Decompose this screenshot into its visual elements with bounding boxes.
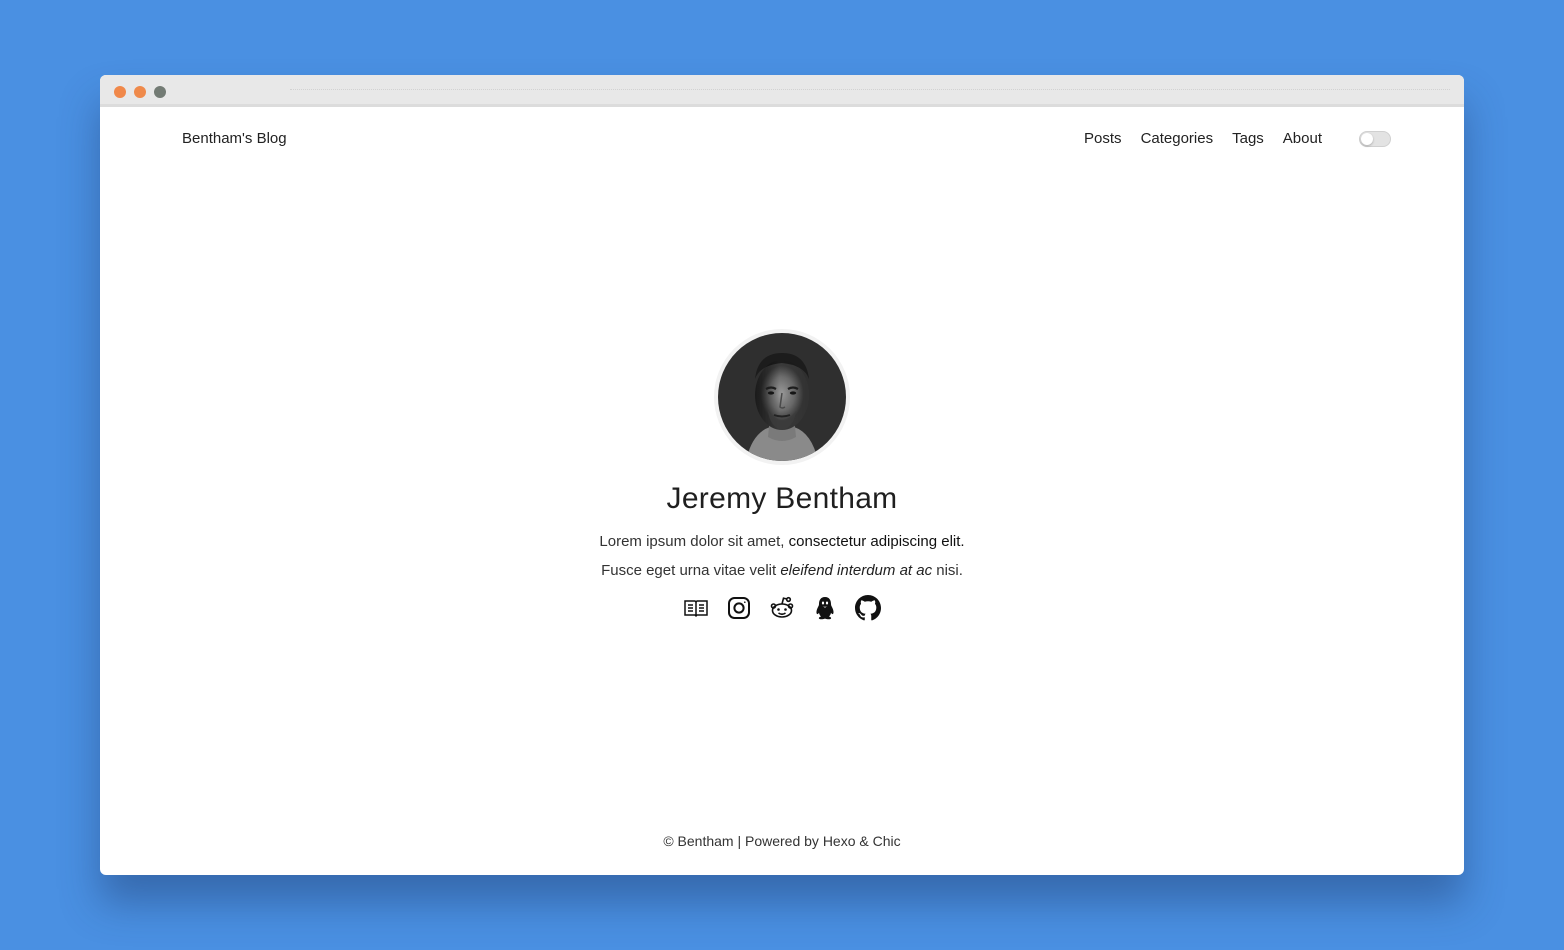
site-navbar: Bentham's Blog Posts Categories Tags Abo… [100,107,1464,171]
nav-menu: Posts Categories Tags About [1084,130,1322,147]
description-text: Lorem ipsum dolor sit amet, [599,533,789,550]
site-brand-link[interactable]: Bentham's Blog [182,130,287,147]
reddit-icon[interactable] [769,595,795,621]
close-window-dot[interactable] [114,86,126,98]
avatar [718,333,846,461]
description-text: nisi. [932,562,963,579]
site-footer: © Bentham | Powered by Hexo & Chic [663,833,901,849]
avatar-frame [714,329,850,465]
description-text: Fusce eget urna vitae velit [601,562,781,579]
instagram-icon[interactable] [726,595,752,621]
titlebar-pattern [290,89,1450,92]
browser-window: Bentham's Blog Posts Categories Tags Abo… [100,75,1464,875]
dark-mode-toggle[interactable] [1359,131,1391,147]
author-name: Jeremy Bentham [666,482,898,515]
description-bold-text: consectetur adipiscing elit. [788,533,965,550]
nav-item-categories[interactable]: Categories [1141,130,1214,147]
description-line-2: Fusce eget urna vitae velit eleifend int… [100,556,1464,585]
description-line-1: Lorem ipsum dolor sit amet, consectetur … [100,527,1464,556]
social-links [100,595,1464,621]
profile-section: Jeremy Bentham Lorem ipsum dolor sit ame… [100,329,1464,621]
maximize-window-dot[interactable] [154,86,166,98]
github-icon[interactable] [855,595,881,621]
author-description: Lorem ipsum dolor sit amet, consectetur … [100,527,1464,585]
qq-penguin-icon[interactable] [812,595,838,621]
minimize-window-dot[interactable] [134,86,146,98]
nav-item-about[interactable]: About [1283,130,1322,147]
nav-item-posts[interactable]: Posts [1084,130,1122,147]
description-italic-text: eleifend interdum at ac [780,562,933,579]
window-titlebar [100,75,1464,107]
nav-item-tags[interactable]: Tags [1232,130,1264,147]
toggle-knob [1361,133,1373,145]
book-icon[interactable] [683,595,709,621]
